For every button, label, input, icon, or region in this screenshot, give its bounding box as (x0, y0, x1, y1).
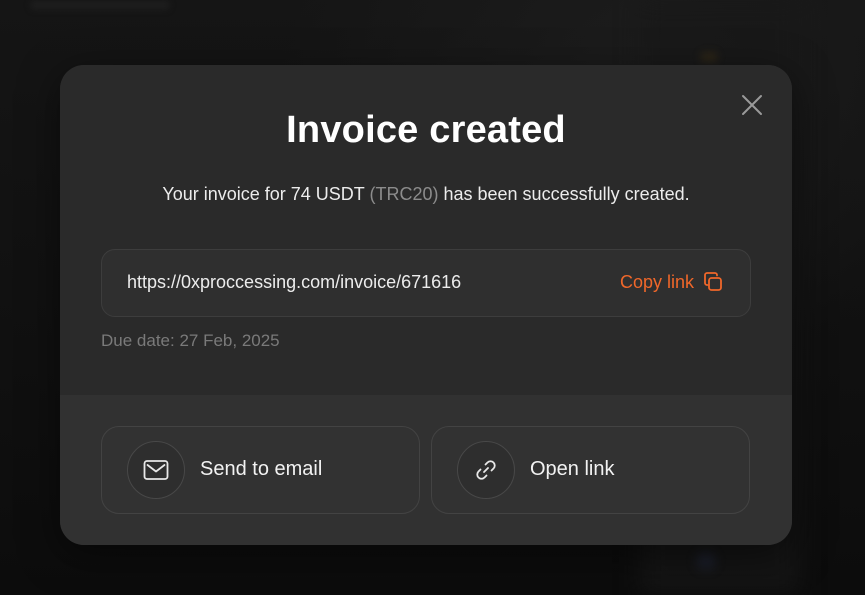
subtitle-network: (TRC20) (369, 184, 439, 204)
backdrop-blur-shape (30, 0, 170, 10)
send-to-email-button[interactable]: Send to email (101, 426, 420, 514)
open-link-label: Open link (530, 458, 615, 480)
copy-link-label: Copy link (619, 271, 694, 292)
envelope-icon (143, 460, 169, 480)
send-to-email-label: Send to email (200, 458, 323, 480)
invoice-created-modal: Invoice created Your invoice for 74 USDT… (60, 65, 792, 545)
invoice-link-box: https://0xproccessing.com/invoice/671616… (101, 249, 751, 317)
backdrop-blur-dot (700, 52, 718, 62)
due-date: Due date: 27 Feb, 2025 (101, 331, 280, 350)
action-icon-circle (127, 441, 185, 499)
link-icon (476, 460, 496, 480)
modal-subtitle: Your invoice for 74 USDT (TRC20) has bee… (60, 184, 792, 205)
invoice-url: https://0xproccessing.com/invoice/671616 (127, 272, 462, 292)
action-icon-circle (457, 441, 515, 499)
subtitle-suffix: has been successfully created. (438, 184, 690, 204)
copy-link-button[interactable]: Copy link (620, 271, 724, 293)
subtitle-prefix: Your invoice for 74 USDT (162, 184, 370, 204)
backdrop-blur-dot (696, 552, 716, 570)
open-link-button[interactable]: Open link (431, 426, 750, 514)
modal-title: Invoice created (286, 109, 566, 151)
copy-icon (704, 272, 722, 291)
